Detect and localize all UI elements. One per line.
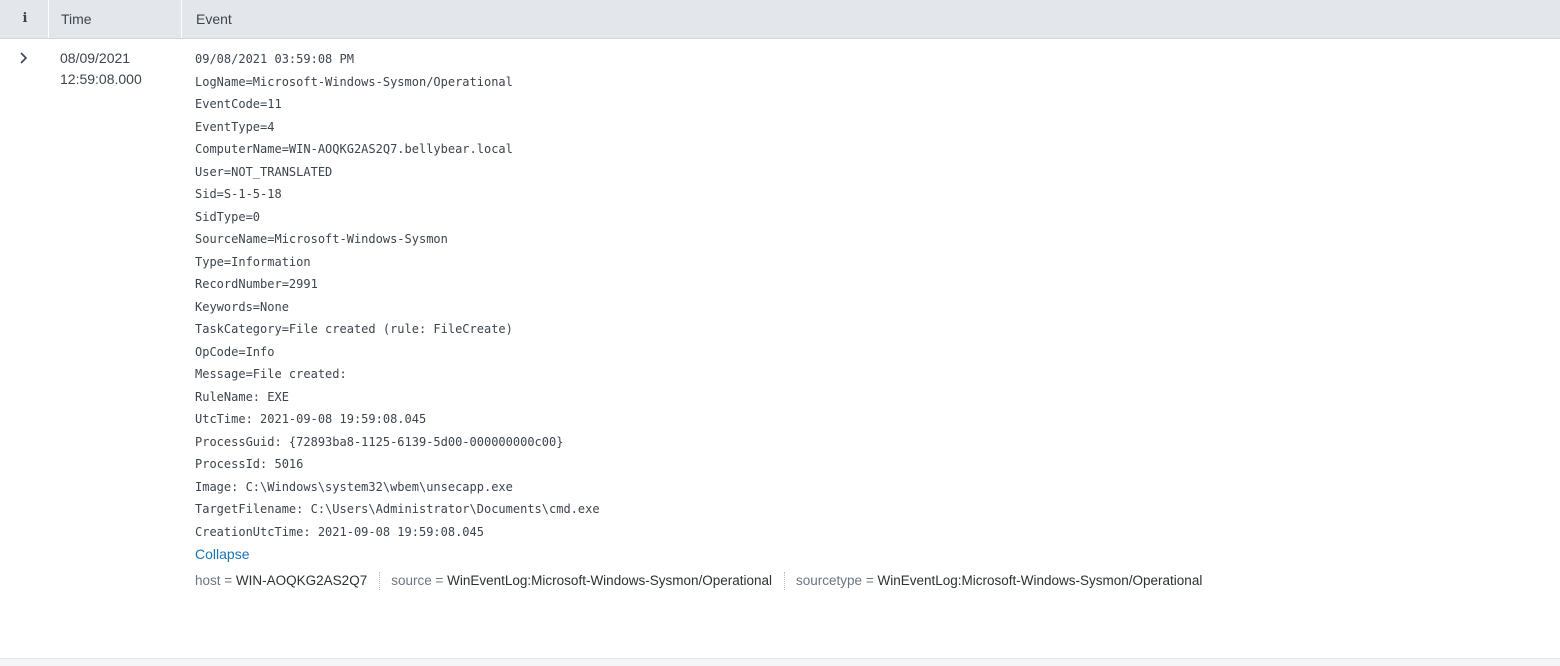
raw-event-line[interactable]: TaskCategory=File created (rule: FileCre… <box>195 318 1545 341</box>
raw-event-line[interactable]: EventCode=11 <box>195 93 1545 116</box>
field-value[interactable]: WinEventLog:Microsoft-Windows-Sysmon/Ope… <box>447 573 772 588</box>
raw-event-line[interactable]: RuleName: EXE <box>195 386 1545 409</box>
raw-event-line[interactable]: TargetFilename: C:\Users\Administrator\D… <box>195 498 1545 521</box>
raw-event-line[interactable]: Keywords=None <box>195 296 1545 319</box>
field-value[interactable]: WIN-AOQKG2AS2Q7 <box>236 573 367 588</box>
raw-event-line[interactable]: ProcessId: 5016 <box>195 453 1545 476</box>
raw-event-line[interactable]: RecordNumber=2991 <box>195 273 1545 296</box>
column-header-time[interactable]: Time <box>48 0 181 38</box>
field-key: sourcetype <box>796 573 863 588</box>
field-separator <box>379 572 381 591</box>
table-header: i Time Event <box>0 0 1560 39</box>
field-equals: = <box>431 573 448 588</box>
field-host[interactable]: host = WIN-AOQKG2AS2Q7 <box>195 570 367 592</box>
field-sourcetype[interactable]: sourcetype = WinEventLog:Microsoft-Windo… <box>796 570 1202 592</box>
field-key: source <box>391 573 432 588</box>
event-cell: 09/08/2021 03:59:08 PM LogName=Microsoft-… <box>195 48 1545 592</box>
raw-event-line[interactable]: Message=File created: <box>195 363 1545 386</box>
raw-event-line[interactable]: CreationUtcTime: 2021-09-08 19:59:08.045 <box>195 521 1545 544</box>
raw-event-line[interactable]: OpCode=Info <box>195 341 1545 364</box>
raw-event-line[interactable]: Type=Information <box>195 251 1545 274</box>
event-time[interactable]: 08/09/2021 12:59:08.000 <box>60 48 142 90</box>
info-icon[interactable]: i <box>14 0 36 38</box>
raw-event-line[interactable]: ProcessGuid: {72893ba8-1125-6139-5d00-00… <box>195 431 1545 454</box>
event-time-date: 08/09/2021 <box>60 50 131 66</box>
raw-event-line[interactable]: LogName=Microsoft-Windows-Sysmon/Operati… <box>195 71 1545 94</box>
field-separator <box>784 572 786 591</box>
raw-event-line[interactable]: ComputerName=WIN-AOQKG2AS2Q7.bellybear.l… <box>195 138 1545 161</box>
field-source[interactable]: source = WinEventLog:Microsoft-Windows-S… <box>391 570 772 592</box>
expand-row-button[interactable] <box>14 49 34 69</box>
field-value[interactable]: WinEventLog:Microsoft-Windows-Sysmon/Ope… <box>877 573 1202 588</box>
raw-event-line[interactable]: Sid=S-1-5-18 <box>195 183 1545 206</box>
table-row: 08/09/2021 12:59:08.000 09/08/2021 03:59… <box>0 39 1560 658</box>
raw-event-line[interactable]: EventType=4 <box>195 116 1545 139</box>
column-header-event[interactable]: Event <box>181 0 232 38</box>
chevron-right-icon <box>20 52 28 64</box>
raw-event-line[interactable]: User=NOT_TRANSLATED <box>195 161 1545 184</box>
raw-event-line[interactable]: SidType=0 <box>195 206 1545 229</box>
field-key: host <box>195 573 221 588</box>
raw-event-line[interactable]: 09/08/2021 03:59:08 PM <box>195 48 1545 71</box>
field-equals: = <box>220 573 236 588</box>
raw-event-line[interactable]: SourceName=Microsoft-Windows-Sysmon <box>195 228 1545 251</box>
raw-event-text: 09/08/2021 03:59:08 PM LogName=Microsoft-… <box>195 48 1545 543</box>
events-table: i Time Event 08/09/2021 12:59:08.000 09/… <box>0 0 1560 666</box>
raw-event-line[interactable]: Image: C:\Windows\system32\wbem\unsecapp… <box>195 476 1545 499</box>
raw-event-line[interactable]: UtcTime: 2021-09-08 19:59:08.045 <box>195 408 1545 431</box>
event-time-clock: 12:59:08.000 <box>60 71 142 87</box>
table-footer-border <box>0 658 1560 666</box>
selected-fields: host = WIN-AOQKG2AS2Q7 source = WinEventL… <box>195 570 1545 592</box>
field-equals: = <box>862 573 878 588</box>
collapse-link[interactable]: Collapse <box>195 543 1545 565</box>
